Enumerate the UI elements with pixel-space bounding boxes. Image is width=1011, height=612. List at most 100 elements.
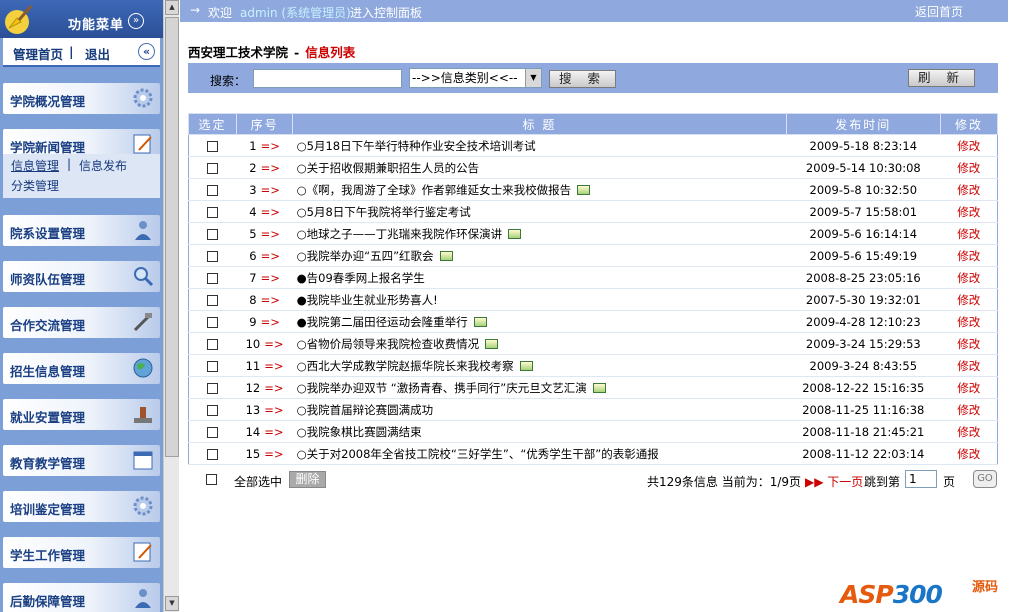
row-title-link[interactable]: ○地球之子——丁兆瑞来我院作环保演讲 <box>297 227 503 241</box>
sidebar-item-cooperation[interactable]: 合作交流管理 <box>3 307 160 338</box>
search-input[interactable] <box>253 69 402 88</box>
row-edit-link[interactable]: 修改 <box>940 420 998 443</box>
logout-link[interactable]: 退出 <box>85 44 110 63</box>
row-checkbox[interactable] <box>207 338 219 350</box>
row-edit-link[interactable]: 修改 <box>940 178 998 201</box>
row-title-link[interactable]: ○关于招收假期兼职招生人员的公告 <box>297 161 480 175</box>
row-title-cell: ○西北大学成教学院赵振华院长来我校考察 <box>292 354 787 377</box>
row-title-link[interactable]: ○西北大学成教学院赵振华院长来我校考察 <box>297 359 514 373</box>
sidebar-item-logistics[interactable]: 后勤保障管理 <box>3 583 160 612</box>
row-edit-link[interactable]: 修改 <box>940 222 998 245</box>
back-home-link[interactable]: 返回首页 <box>915 3 963 20</box>
collapse-menu-icon[interactable]: » <box>128 13 144 29</box>
sidebar-item-faculty[interactable]: 师资队伍管理 <box>3 261 160 292</box>
sidebar-item-admissions[interactable]: 招生信息管理 <box>3 353 160 384</box>
page-number-input[interactable] <box>905 470 937 488</box>
row-checkbox[interactable] <box>207 316 219 328</box>
row-title-link[interactable]: ○《啊，我周游了全球》作者郭维延女士来我校做报告 <box>297 183 572 197</box>
sidebar-item-employment[interactable]: 就业安置管理 <box>3 399 160 430</box>
double-chevron-left-icon[interactable]: « <box>138 43 155 60</box>
row-checkbox[interactable] <box>207 294 219 306</box>
row-checkbox[interactable] <box>207 228 219 240</box>
row-seq: 7 <box>249 270 257 285</box>
double-arrow-right-icon: ▶▶ <box>805 475 824 489</box>
scroll-down-arrow-icon[interactable]: ▼ <box>165 596 179 611</box>
sidebar-item-student-affairs[interactable]: 学生工作管理 <box>3 537 160 568</box>
row-edit-link[interactable]: 修改 <box>940 310 998 333</box>
next-page-link[interactable]: ▶▶ 下一页 <box>805 473 863 490</box>
row-checkbox[interactable] <box>207 250 219 262</box>
row-checkbox[interactable] <box>207 382 219 394</box>
row-title-link[interactable]: ○5月18日下午举行特种作业安全技术培训考试 <box>297 139 536 153</box>
row-title-cell: ●告09春季网上报名学生 <box>292 266 787 289</box>
row-title-link[interactable]: ○我院举办迎“五四”红歌会 <box>297 249 434 263</box>
delete-button[interactable]: 删除 <box>289 471 326 488</box>
search-button[interactable]: 搜 索 <box>549 70 616 88</box>
right-arrow-icon: → <box>190 3 201 17</box>
sidebar-item-departments[interactable]: 院系设置管理 <box>3 215 160 246</box>
row-title-link[interactable]: ○关于对2008年全省技工院校“三好学生”、“优秀学生干部”的表彰通报 <box>297 447 659 461</box>
sidebar-item-label: 后勤保障管理 <box>10 594 86 609</box>
row-edit-link[interactable]: 修改 <box>940 134 998 157</box>
row-checkbox[interactable] <box>207 448 219 460</box>
row-checkbox[interactable] <box>207 272 219 284</box>
row-title-cell: ○关于招收假期兼职招生人员的公告 <box>292 156 787 179</box>
row-title-link[interactable]: ●我院第二届田径运动会隆重举行 <box>297 315 468 329</box>
row-title-link[interactable]: ○5月8日下午我院将举行鉴定考试 <box>297 205 471 219</box>
row-checkbox[interactable] <box>207 162 219 174</box>
row-edit-link[interactable]: 修改 <box>940 200 998 223</box>
row-checkbox[interactable] <box>207 426 219 438</box>
row-select-cell <box>188 376 237 399</box>
row-edit-link[interactable]: 修改 <box>940 156 998 179</box>
row-checkbox[interactable] <box>207 360 219 372</box>
row-seq: 9 <box>249 314 257 329</box>
admin-home-link[interactable]: 管理首页 <box>13 44 63 63</box>
row-edit-link[interactable]: 修改 <box>940 244 998 267</box>
chevron-down-icon[interactable]: ▼ <box>525 69 541 87</box>
top-links: 管理首页 | 退出 « <box>3 38 160 67</box>
row-title-cell: ●我院毕业生就业形势喜人! <box>292 288 787 311</box>
row-edit-link[interactable]: 修改 <box>940 398 998 421</box>
edit-icon <box>133 134 152 154</box>
sidebar-item-college-overview[interactable]: 学院概况管理 <box>3 83 160 114</box>
row-title-link[interactable]: ○我院象棋比赛圆满结束 <box>297 425 422 439</box>
row-checkbox[interactable] <box>207 184 219 196</box>
row-edit-link[interactable]: 修改 <box>940 266 998 289</box>
table-row: 11 => ○西北大学成教学院赵振华院长来我校考察 2009-3-24 8:43:55… <box>188 354 998 377</box>
go-button[interactable]: GO <box>973 470 997 488</box>
row-title-link[interactable]: ●我院毕业生就业形势喜人! <box>297 293 438 307</box>
row-seq-cell: 2 => <box>236 156 293 179</box>
scroll-thumb[interactable] <box>165 17 179 457</box>
sidebar-item-teaching[interactable]: 教育教学管理 <box>3 445 160 476</box>
sidebar-item-label: 就业安置管理 <box>10 410 86 425</box>
select-all-checkbox[interactable] <box>206 474 217 485</box>
row-edit-link[interactable]: 修改 <box>940 376 998 399</box>
row-edit-link[interactable]: 修改 <box>940 288 998 311</box>
sidebar-item-training[interactable]: 培训鉴定管理 <box>3 491 160 522</box>
category-select[interactable]: -->>信息类别<<-- ▼ <box>409 68 542 88</box>
row-checkbox[interactable] <box>207 404 219 416</box>
row-title-cell: ○5月8日下午我院将举行鉴定考试 <box>292 200 787 223</box>
row-checkbox[interactable] <box>207 206 219 218</box>
row-title-link[interactable]: ○我院首届辩论赛圆满成功 <box>297 403 434 417</box>
submenu-info-publish[interactable]: 信息发布 <box>79 157 127 174</box>
row-select-cell <box>188 266 237 289</box>
row-edit-link[interactable]: 修改 <box>940 442 998 465</box>
row-select-cell <box>188 134 237 157</box>
refresh-button[interactable]: 刷 新 <box>908 69 975 87</box>
row-checkbox[interactable] <box>207 140 219 152</box>
row-seq: 14 <box>245 424 261 439</box>
row-select-cell <box>188 442 237 465</box>
submenu-info-manage[interactable]: 信息管理 <box>11 157 59 174</box>
row-edit-link[interactable]: 修改 <box>940 332 998 355</box>
enter-panel-text: 进入控制面板 <box>350 6 423 20</box>
page-unit-label: 页 <box>943 475 956 489</box>
row-title-link[interactable]: ○我院举办迎双节 “激扬青春、携手同行”庆元旦文艺汇演 <box>297 381 587 395</box>
row-edit-link[interactable]: 修改 <box>940 354 998 377</box>
scroll-up-arrow-icon[interactable]: ▲ <box>165 0 179 15</box>
vertical-scrollbar[interactable]: ▲ ▼ <box>163 0 179 612</box>
row-title-link[interactable]: ○省物价局领导来我院检查收费情况 <box>297 337 480 351</box>
row-title-link[interactable]: ●告09春季网上报名学生 <box>297 271 425 285</box>
submenu-category-manage[interactable]: 分类管理 <box>11 177 59 194</box>
globe-icon <box>133 358 153 378</box>
